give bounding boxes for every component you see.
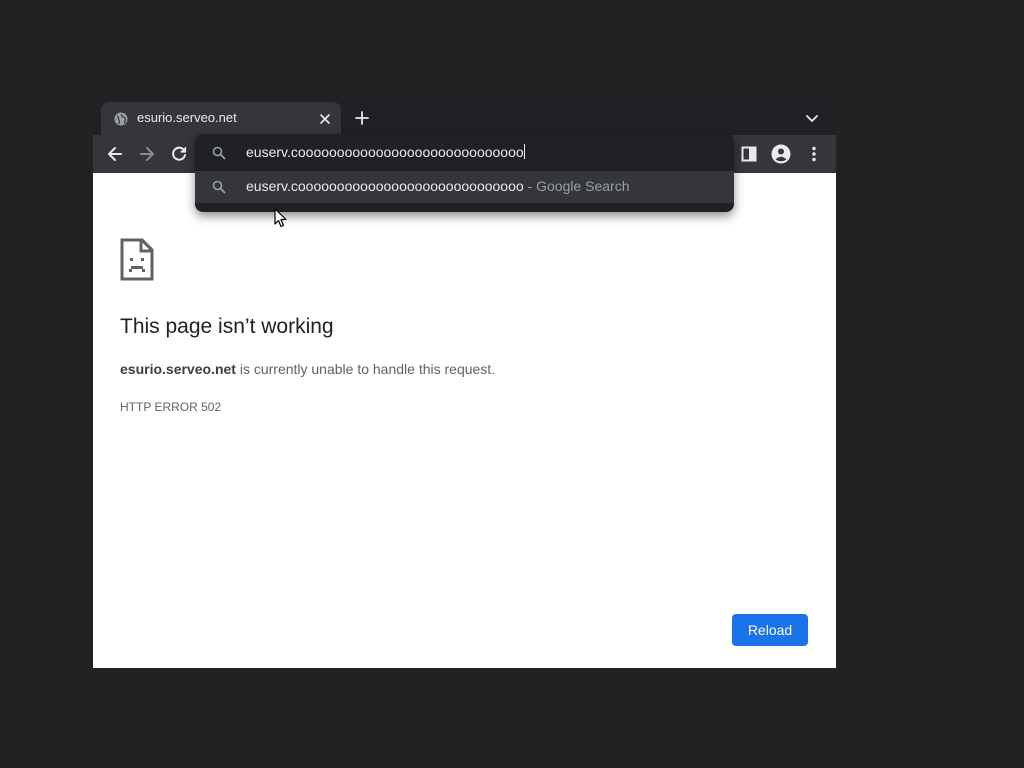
error-description-text: is currently unable to handle this reque… [235, 361, 496, 377]
mouse-pointer-icon [274, 208, 287, 228]
error-description: esurio.serveo.net is currently unable to… [120, 361, 495, 377]
tab-active[interactable]: esurio.serveo.net [101, 102, 341, 135]
error-host: esurio.serveo.net [120, 361, 236, 377]
tab-title: esurio.serveo.net [137, 110, 237, 125]
omnibox-dropdown: euserv.cooooooooooooooooooooooooooooo eu… [195, 134, 734, 212]
globe-icon [114, 112, 128, 126]
error-title: This page isn’t working [120, 315, 334, 338]
more-vert-icon[interactable] [804, 144, 824, 164]
suggestion-item[interactable]: euserv.cooooooooooooooooooooooooooooo - … [195, 171, 734, 203]
suggestion-text: euserv.cooooooooooooooooooooooooooooo - … [246, 178, 630, 194]
page-content: This page isn’t working esurio.serveo.ne… [93, 173, 836, 668]
search-icon [212, 146, 226, 160]
suggestion-query: euserv.cooooooooooooooooooooooooooooo [246, 178, 524, 194]
suggestion-suffix: - Google Search [523, 178, 630, 194]
chevron-down-icon[interactable] [804, 110, 820, 126]
tab-strip: esurio.serveo.net [93, 100, 836, 135]
side-panel-icon[interactable] [739, 144, 759, 164]
search-icon [212, 180, 226, 194]
arrow-right-icon[interactable] [137, 144, 157, 164]
text-caret [523, 144, 525, 159]
sad-page-icon [120, 238, 154, 281]
close-icon[interactable] [317, 111, 333, 127]
arrow-left-icon[interactable] [105, 144, 125, 164]
reload-button[interactable]: Reload [732, 614, 808, 646]
error-code: HTTP ERROR 502 [120, 400, 222, 414]
address-bar[interactable]: euserv.cooooooooooooooooooooooooooooo [195, 134, 734, 170]
plus-icon[interactable] [353, 109, 371, 127]
address-input-value: euserv.cooooooooooooooooooooooooooooo [246, 144, 524, 160]
account-circle-icon[interactable] [771, 144, 791, 164]
reload-icon[interactable] [169, 144, 189, 164]
address-input[interactable]: euserv.cooooooooooooooooooooooooooooo [246, 144, 525, 160]
